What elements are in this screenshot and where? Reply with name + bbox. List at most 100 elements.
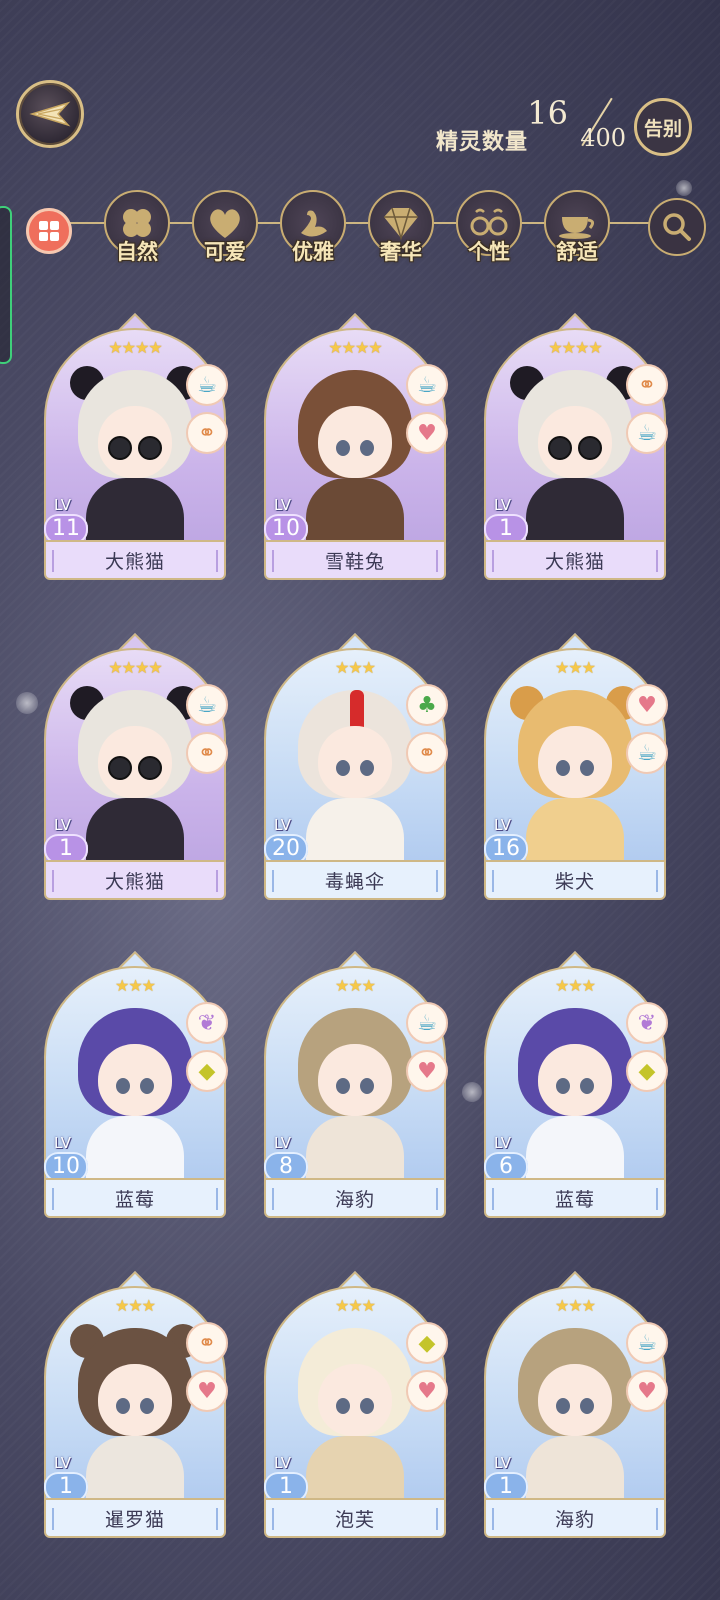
glasses-icon: ⚭ <box>186 732 228 774</box>
level-label: LV <box>54 1454 71 1472</box>
teacup-icon: ☕ <box>626 412 668 454</box>
portrait-face <box>538 1044 612 1116</box>
glasses-icon: ⚭ <box>186 412 228 454</box>
portrait-body <box>526 1436 624 1500</box>
portrait-face <box>318 1044 392 1116</box>
sprite-name-bar: 大熊猫 <box>484 540 666 580</box>
portrait-eye <box>116 1078 130 1094</box>
filter-all-button[interactable] <box>26 208 72 254</box>
portrait-face <box>318 726 392 798</box>
teacup-icon: ☕ <box>186 364 228 406</box>
sprite-name-bar: 蓝莓 <box>484 1178 666 1218</box>
sprite-name: 蓝莓 <box>114 1188 155 1211</box>
sprite-card[interactable]: ★★★★ ☕ ♥ LV 10 雪鞋兔 <box>260 304 450 580</box>
filter-label: 优雅 <box>292 240 334 264</box>
portrait-eye <box>360 1398 374 1414</box>
sprite-card[interactable]: ★★★★ ☕ ⚭ LV 1 大熊猫 <box>40 624 230 900</box>
sprite-portrait <box>68 686 202 862</box>
sprite-name-bar: 泡芙 <box>264 1498 446 1538</box>
sprite-name: 大熊猫 <box>104 550 165 573</box>
teacup-icon: ☕ <box>186 684 228 726</box>
sprite-name-bar: 暹罗猫 <box>44 1498 226 1538</box>
sprite-card[interactable]: ★★★ ❦ ◆ LV 6 蓝莓 <box>480 942 670 1218</box>
filter-nature-button[interactable]: 自然 <box>104 190 170 264</box>
heart-icon: ♥ <box>626 684 668 726</box>
portrait-eye <box>580 1398 594 1414</box>
portrait-eye <box>140 1078 154 1094</box>
filter-cute-button[interactable]: 可爱 <box>192 190 258 264</box>
teacup-icon: ☕ <box>406 1002 448 1044</box>
sprite-count-current: 16 <box>527 94 568 132</box>
sprite-card[interactable]: ★★★ ♣ ⚭ LV 20 毒蝇伞 <box>260 624 450 900</box>
sprite-card[interactable]: ★★★ ☕ ♥ LV 8 海豹 <box>260 942 450 1218</box>
teacup-icon: ☕ <box>626 732 668 774</box>
filter-label: 个性 <box>468 240 510 264</box>
sprite-card[interactable]: ★★★ ⚭ ♥ LV 1 暹罗猫 <box>40 1262 230 1538</box>
portrait-eye <box>336 440 350 456</box>
sprite-card[interactable]: ★★★ ☕ ♥ LV 1 海豹 <box>480 1262 670 1538</box>
sprite-portrait <box>288 1004 422 1180</box>
sparkle-decoration <box>462 1082 482 1102</box>
portrait-body <box>306 1116 404 1180</box>
level-label: LV <box>54 496 71 514</box>
search-icon <box>663 213 691 241</box>
level-label: LV <box>494 496 511 514</box>
sprite-card[interactable]: ★★★ ♥ ☕ LV 16 柴犬 <box>480 624 670 900</box>
star-rating: ★★★ <box>554 1296 596 1315</box>
sprite-portrait <box>68 366 202 542</box>
level-label: LV <box>54 1134 71 1152</box>
portrait-eye <box>556 1078 570 1094</box>
diamond-icon: ◆ <box>626 1050 668 1092</box>
portrait-face <box>538 726 612 798</box>
filter-elegant-button[interactable]: 优雅 <box>280 190 346 264</box>
sprite-name: 柴犬 <box>554 870 595 893</box>
glasses-icon <box>470 208 508 236</box>
portrait-glasses <box>108 756 132 780</box>
portrait-eye <box>336 760 350 776</box>
portrait-body <box>306 1436 404 1500</box>
portrait-body <box>526 798 624 862</box>
diamond-icon: ◆ <box>406 1322 448 1364</box>
teacup-icon: ☕ <box>406 364 448 406</box>
portrait-body <box>86 798 184 862</box>
sprite-card[interactable]: ★★★★ ⚭ ☕ LV 1 大熊猫 <box>480 304 670 580</box>
sprite-name: 海豹 <box>334 1188 375 1211</box>
star-rating: ★★★ <box>554 658 596 677</box>
star-rating: ★★★ <box>114 1296 156 1315</box>
level-label: LV <box>54 816 71 834</box>
sparkle-decoration <box>676 180 692 196</box>
sprite-name-bar: 海豹 <box>264 1178 446 1218</box>
portrait-body <box>86 1116 184 1180</box>
portrait-eye <box>140 1398 154 1414</box>
wing-back-icon <box>29 101 71 127</box>
portrait-face <box>98 1044 172 1116</box>
portrait-eye <box>556 760 570 776</box>
sprite-name-bar: 柴犬 <box>484 860 666 900</box>
portrait-body <box>86 1436 184 1500</box>
filter-label: 可爱 <box>204 240 246 264</box>
search-button[interactable] <box>648 198 706 256</box>
heart-icon: ♥ <box>406 412 448 454</box>
portrait-face <box>98 1364 172 1436</box>
filter-unique-button[interactable]: 个性 <box>456 190 522 264</box>
back-button[interactable] <box>16 80 84 148</box>
sprite-portrait <box>68 1324 202 1500</box>
level-label: LV <box>274 816 291 834</box>
portrait-body <box>526 478 624 542</box>
star-rating: ★★★★ <box>328 338 382 357</box>
side-drawer-tab[interactable] <box>0 206 12 364</box>
heart-icon: ♥ <box>406 1370 448 1412</box>
filter-luxury-button[interactable]: 奢华 <box>368 190 434 264</box>
filter-label: 奢华 <box>380 240 422 264</box>
portrait-eye <box>580 760 594 776</box>
sprite-card[interactable]: ★★★★ ☕ ⚭ LV 11 大熊猫 <box>40 304 230 580</box>
sprite-card[interactable]: ★★★ ◆ ♥ LV 1 泡芙 <box>260 1262 450 1538</box>
sprite-card[interactable]: ★★★ ❦ ◆ LV 10 蓝莓 <box>40 942 230 1218</box>
filter-comfort-button[interactable]: 舒适 <box>544 190 610 264</box>
farewell-button[interactable]: 告别 <box>634 98 692 156</box>
level-label: LV <box>494 1454 511 1472</box>
sprite-count: 16 精灵数量 400 <box>436 94 626 156</box>
sprite-name: 大熊猫 <box>544 550 605 573</box>
teacup-icon: ☕ <box>626 1322 668 1364</box>
heart-icon: ♥ <box>406 1050 448 1092</box>
